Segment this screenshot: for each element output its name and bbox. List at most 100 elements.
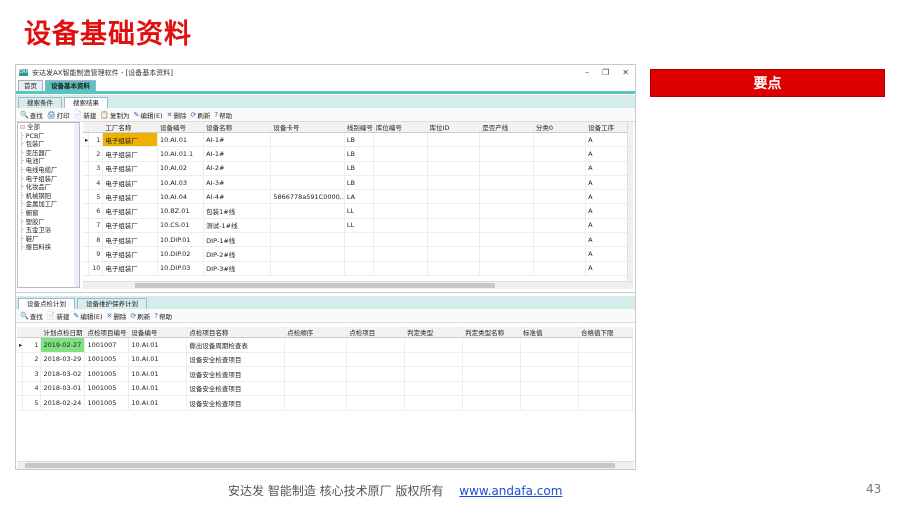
tree-item[interactable]: ⊟ 全部 (20, 124, 77, 133)
grid1-cell[interactable] (373, 261, 428, 276)
grid2-cell[interactable]: 设备安全检查项目 (186, 395, 286, 411)
grid1-cell[interactable]: A (585, 246, 633, 262)
toolbar-button-5[interactable]: ✕ 删除 (167, 110, 187, 120)
grid2-cell[interactable] (520, 337, 579, 353)
grid1-cell[interactable]: 10.CS.01 (157, 218, 205, 234)
toolbar-button-2[interactable]: 📄 新建 (74, 110, 97, 120)
grid1-cell[interactable]: A (585, 203, 633, 219)
grid1-cell[interactable]: 10.AI.01.1 (157, 146, 205, 162)
grid2-cell[interactable]: 撕出设备周期检查表 (186, 337, 286, 353)
grid1-cell[interactable] (373, 189, 428, 205)
detail-toolbar-button-4[interactable]: ⟳ 刷新 (130, 311, 150, 321)
grid1-table-row[interactable]: 10 电子组装厂 10.DIP.03 DIP-3#线 A (83, 261, 633, 276)
grid1-cell[interactable] (479, 132, 534, 148)
grid2-cell[interactable] (284, 395, 348, 411)
grid2-cell[interactable] (284, 352, 348, 367)
grid2-cell[interactable] (462, 366, 522, 382)
toolbar-button-7[interactable]: ? 帮助 (214, 110, 232, 120)
grid1-cell[interactable] (533, 132, 587, 148)
grid1-cell[interactable]: 电子组装厂 (102, 175, 158, 191)
grid1-cell[interactable]: A (585, 146, 633, 162)
grid1-table-row[interactable]: 6 电子组装厂 10.BZ.01 包装1#线 LL A (83, 203, 633, 219)
grid1-cell[interactable]: 10.DIP.03 (157, 261, 205, 276)
grid2-col-header[interactable]: 点检项目名称 (186, 327, 286, 338)
grid2-col-header[interactable]: 设备编号 (128, 327, 188, 338)
grid2-cell[interactable] (462, 395, 522, 411)
grid1-cell[interactable] (479, 189, 534, 205)
grid2-cell[interactable] (284, 366, 348, 382)
grid1-table-row[interactable]: 9 电子组装厂 10.DIP.02 DIP-2#线 A (83, 246, 633, 262)
grid1-col-header[interactable]: 库位编号 (373, 122, 428, 133)
tree-item[interactable]: ├ 化妆品厂 (20, 184, 77, 193)
grid1-cell[interactable] (344, 232, 374, 248)
grid1-col-header[interactable]: 是否产线 (479, 122, 534, 133)
equipment-grid-vscrollbar[interactable] (627, 122, 633, 281)
grid2-cell[interactable] (284, 337, 348, 353)
grid2-cell[interactable] (520, 352, 579, 367)
grid2-cell[interactable] (578, 366, 633, 382)
grid1-cell[interactable]: AI-3# (203, 175, 272, 191)
grid1-cell[interactable] (270, 132, 345, 148)
grid1-cell[interactable] (533, 218, 587, 234)
grid1-cell[interactable]: A (585, 132, 633, 148)
grid1-cell[interactable]: LB (344, 161, 374, 176)
grid2-table-row[interactable]: 5 2018-02-24 1001005 10.AI.01 设备安全检查项目 (17, 395, 633, 411)
grid1-cell[interactable] (270, 261, 345, 276)
grid2-cell[interactable] (578, 337, 633, 353)
grid1-cell[interactable]: DIP-3#线 (203, 261, 272, 276)
grid1-cell[interactable] (270, 218, 345, 234)
grid2-cell[interactable]: 设备安全检查项目 (186, 381, 286, 396)
grid2-cell[interactable]: 1001007 (84, 337, 130, 353)
grid2-cell[interactable] (520, 381, 579, 396)
grid1-col-header[interactable]: 库位ID (427, 122, 481, 133)
grid1-cell[interactable]: A (585, 232, 633, 248)
grid1-cell[interactable] (479, 175, 534, 191)
grid2-cell[interactable] (578, 381, 633, 396)
grid1-cell[interactable] (427, 132, 481, 148)
grid1-cell[interactable] (479, 261, 534, 276)
grid1-cell[interactable] (373, 132, 428, 148)
grid1-cell[interactable] (344, 246, 374, 262)
grid2-cell[interactable] (404, 381, 464, 396)
detail-toolbar-button-3[interactable]: ✕ 删除 (107, 311, 127, 321)
equipment-grid-hscrollbar[interactable] (83, 281, 633, 289)
grid2-col-header[interactable]: 标准值 (520, 327, 579, 338)
grid1-cell[interactable]: 10.AI.03 (157, 175, 205, 191)
grid1-cell[interactable] (270, 146, 345, 162)
grid1-col-header[interactable]: 设备卡号 (270, 122, 345, 133)
grid1-col-header[interactable]: 线别编号 (344, 122, 374, 133)
grid2-col-header[interactable]: 判定类型名称 (462, 327, 522, 338)
grid1-table-row[interactable]: 7 电子组装厂 10.CS.01 测试-1#线 LL A (83, 218, 633, 234)
grid1-col-header[interactable]: 设备名称 (203, 122, 272, 133)
grid1-cell[interactable]: AI-2# (203, 161, 272, 176)
grid2-cell[interactable] (578, 352, 633, 367)
tree-item[interactable]: ├ 电子组装厂 (20, 176, 77, 185)
tab-search-results[interactable]: 搜索结果 (64, 97, 108, 108)
grid2-cell[interactable]: 10.AI.01 (128, 395, 188, 411)
grid2-cell[interactable]: 2018-03-01 (40, 381, 86, 396)
grid1-cell[interactable]: 10.DIP.02 (157, 246, 205, 262)
grid1-cell[interactable]: LA (344, 189, 374, 205)
grid1-cell[interactable]: 10.AI.01 (157, 132, 205, 148)
grid1-cell[interactable] (533, 203, 587, 219)
grid2-cell[interactable]: 1001005 (84, 395, 130, 411)
minimize-icon[interactable]: – (585, 68, 589, 77)
grid2-col-header[interactable]: 判定类型 (404, 327, 464, 338)
grid1-cell[interactable] (270, 203, 345, 219)
grid2-col-header[interactable] (22, 327, 42, 338)
grid1-cell[interactable]: 电子组装厂 (102, 232, 158, 248)
tree-item[interactable]: ├ 五金卫浴 (20, 227, 77, 236)
grid1-cell[interactable]: 测试-1#线 (203, 218, 272, 234)
grid1-cell[interactable] (533, 161, 587, 176)
grid2-col-header[interactable]: 点检项目 (346, 327, 406, 338)
grid2-cell[interactable] (284, 381, 348, 396)
grid2-cell[interactable] (346, 352, 406, 367)
grid2-cell[interactable] (462, 381, 522, 396)
grid2-cell[interactable]: 10.AI.01 (128, 337, 188, 353)
grid1-cell[interactable]: 电子组装厂 (102, 189, 158, 205)
grid2-cell[interactable]: 设备安全检查项目 (186, 352, 286, 367)
grid2-table-row[interactable]: 3 2018-03-02 1001005 10.AI.01 设备安全检查项目 (17, 366, 633, 382)
grid1-cell[interactable] (270, 246, 345, 262)
grid1-cell[interactable] (373, 203, 428, 219)
grid1-cell[interactable]: 10.DIP.01 (157, 232, 205, 248)
